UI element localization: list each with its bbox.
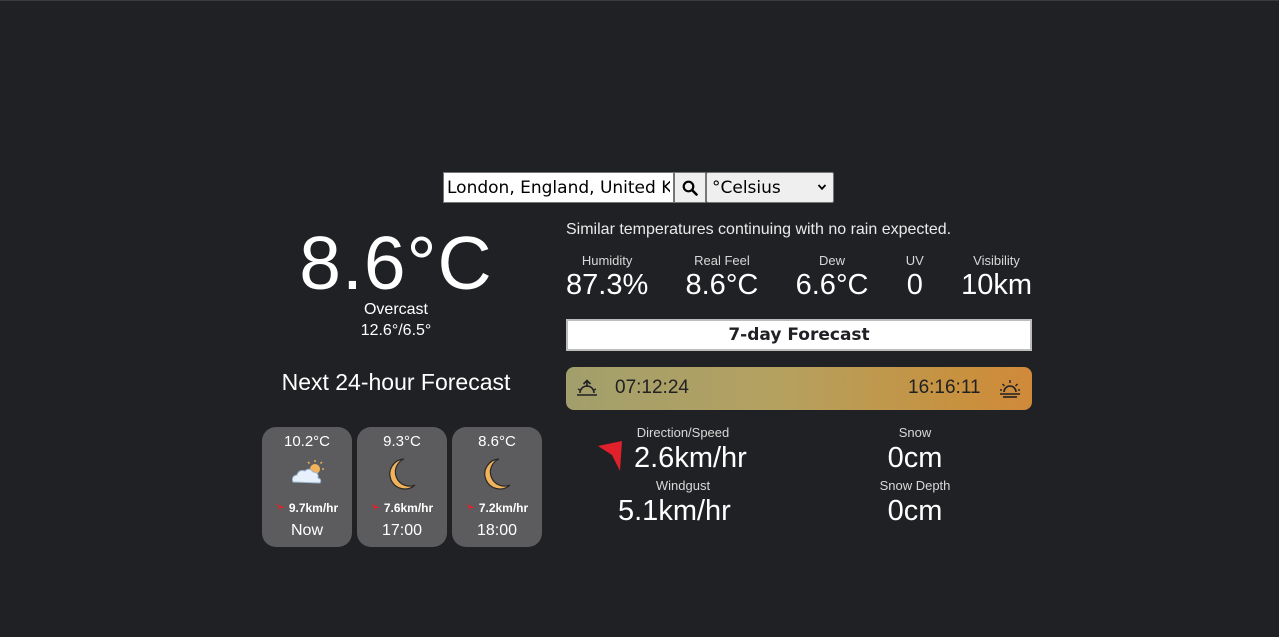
high-low-temperature: 12.6°/6.5° <box>360 322 432 339</box>
hourly-wind-speed: 7.2km/hr <box>478 501 529 515</box>
stat-label: UV <box>905 253 924 268</box>
search-button[interactable] <box>674 172 706 203</box>
hourly-time: 18:00 <box>476 522 518 539</box>
hourly-forecast-title: Next 24-hour Forecast <box>281 369 511 395</box>
stat-label: Visibility <box>973 253 1020 268</box>
stat-visibility: Visibility 10km <box>961 253 1032 302</box>
hourly-wind-speed: 7.6km/hr <box>383 501 434 515</box>
hourly-wind: 7.6km/hr <box>357 501 447 515</box>
search-icon <box>682 180 698 196</box>
hourly-card[interactable]: 8.6°C 7.2km/hr 18:00 <box>452 427 542 547</box>
wind-speed: 2.6km/hr <box>634 442 747 474</box>
sunset-icon <box>1000 380 1020 398</box>
snow-depth-label: Snow Depth <box>879 478 951 493</box>
sunset-time: 16:16:11 <box>908 377 981 398</box>
weather-summary: Similar temperatures continuing with no … <box>566 221 952 238</box>
wind-gust: 5.1km/hr <box>618 495 731 527</box>
current-condition: Overcast <box>363 301 428 318</box>
wind-arrow-icon <box>466 504 475 512</box>
stat-real-feel: Real Feel 8.6°C <box>686 253 759 302</box>
stat-value: 87.3% <box>566 269 649 301</box>
stat-label: Humidity <box>581 253 633 268</box>
wind-direction-arrow-icon <box>598 441 622 471</box>
snow-label: Snow <box>898 425 932 440</box>
hourly-card[interactable]: 10.2°C 9.7km/hr Now <box>262 427 352 547</box>
moon-icon <box>389 458 416 490</box>
sun-times-bar: 07:12:24 16:16:11 <box>566 367 1032 410</box>
search-bar: °Celsius <box>443 172 834 203</box>
wind-gust-label: Windgust <box>655 478 711 493</box>
weather-stats: Humidity 87.3% Real Feel 8.6°C Dew 6.6°C… <box>566 253 1032 302</box>
snow-depth-value: 0cm <box>887 495 943 527</box>
stat-value: 8.6°C <box>685 269 759 301</box>
wind-arrow-icon <box>276 504 285 512</box>
stat-value: 10km <box>961 269 1032 301</box>
unit-select[interactable]: °Celsius <box>706 172 834 203</box>
unit-select-value: °Celsius <box>712 177 781 198</box>
wind-arrow-icon <box>371 504 380 512</box>
hourly-time: Now <box>290 522 323 539</box>
seven-day-forecast-button[interactable]: 7-day Forecast <box>566 319 1032 351</box>
location-search-input[interactable] <box>443 172 674 203</box>
hourly-time: 17:00 <box>381 522 423 539</box>
stat-uv: UV 0 <box>906 253 924 302</box>
stat-label: Dew <box>819 253 846 268</box>
stat-label: Real Feel <box>694 253 750 268</box>
sunrise-time: 07:12:24 <box>615 377 689 398</box>
hourly-temp: 8.6°C <box>478 433 516 450</box>
current-temperature: 8.6°C <box>299 221 493 305</box>
stat-value: 0 <box>906 269 923 301</box>
hourly-temp: 10.2°C <box>283 433 331 450</box>
hourly-temp: 9.3°C <box>383 433 421 450</box>
stat-value: 6.6°C <box>795 269 869 301</box>
hourly-wind: 9.7km/hr <box>262 501 352 515</box>
stat-humidity: Humidity 87.3% <box>566 253 648 302</box>
chevron-down-icon <box>817 184 827 191</box>
snow-value: 0cm <box>887 442 943 474</box>
stat-dew: Dew 6.6°C <box>796 253 869 302</box>
hourly-forecast-list: 10.2°C 9.7km/hr Now 9.3°C 7.6km/hr 17:00… <box>262 427 542 547</box>
sunrise-icon <box>577 379 597 396</box>
top-divider <box>0 0 1279 1</box>
hourly-wind-speed: 9.7km/hr <box>288 501 339 515</box>
hourly-card[interactable]: 9.3°C 7.6km/hr 17:00 <box>357 427 447 547</box>
hourly-wind: 7.2km/hr <box>452 501 542 515</box>
moon-icon <box>484 458 511 490</box>
partly-cloudy-icon <box>292 460 324 484</box>
